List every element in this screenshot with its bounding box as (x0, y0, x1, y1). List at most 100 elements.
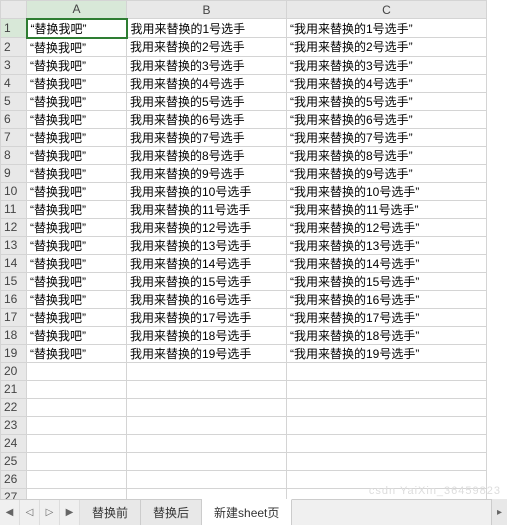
cell[interactable]: “替换我吧” (27, 344, 127, 362)
cell[interactable] (27, 398, 127, 416)
cell[interactable] (287, 398, 487, 416)
cell[interactable]: “我用来替换的2号选手” (287, 38, 487, 57)
cell[interactable]: “我用来替换的7号选手” (287, 128, 487, 146)
sheet-tab-after[interactable]: 替换后 (141, 500, 202, 525)
cell[interactable]: 我用来替换的11号选手 (127, 200, 287, 218)
row-header[interactable]: 26 (1, 470, 27, 488)
cell[interactable]: “我用来替换的1号选手” (287, 19, 487, 38)
cell[interactable] (27, 362, 127, 380)
row-header[interactable]: 17 (1, 308, 27, 326)
cell[interactable]: 我用来替换的16号选手 (127, 290, 287, 308)
cell[interactable] (127, 380, 287, 398)
cell[interactable]: 我用来替换的7号选手 (127, 128, 287, 146)
cell[interactable]: 我用来替换的1号选手 (127, 19, 287, 38)
row-header[interactable]: 2 (1, 38, 27, 57)
cell[interactable] (127, 452, 287, 470)
cell[interactable]: 我用来替换的2号选手 (127, 38, 287, 57)
scroll-right-icon[interactable]: ▸ (491, 499, 507, 525)
cell[interactable]: “我用来替换的3号选手” (287, 56, 487, 74)
cell[interactable]: “替换我吧” (27, 128, 127, 146)
cell[interactable]: “替换我吧” (27, 38, 127, 57)
cell[interactable]: “我用来替换的18号选手” (287, 326, 487, 344)
select-all-corner[interactable] (1, 1, 27, 19)
cell[interactable]: “替换我吧” (27, 200, 127, 218)
cell[interactable] (27, 380, 127, 398)
cell[interactable]: “替换我吧” (27, 182, 127, 200)
row-header[interactable]: 10 (1, 182, 27, 200)
cell[interactable]: “替换我吧” (27, 146, 127, 164)
row-header[interactable]: 23 (1, 416, 27, 434)
row-header[interactable]: 14 (1, 254, 27, 272)
cell[interactable]: “我用来替换的16号选手” (287, 290, 487, 308)
cell[interactable]: “替换我吧” (27, 326, 127, 344)
cell[interactable]: 我用来替换的17号选手 (127, 308, 287, 326)
nav-next-icon[interactable]: ▷ (40, 500, 60, 525)
cell[interactable] (27, 416, 127, 434)
sheet-tab-before[interactable]: 替换前 (80, 500, 141, 525)
cell[interactable]: “我用来替换的13号选手” (287, 236, 487, 254)
row-header[interactable]: 4 (1, 74, 27, 92)
col-header-C[interactable]: C (287, 1, 487, 19)
row-header[interactable]: 13 (1, 236, 27, 254)
row-header[interactable]: 24 (1, 434, 27, 452)
cell[interactable]: “替换我吧” (27, 254, 127, 272)
cell[interactable]: “替换我吧” (27, 19, 127, 38)
cell[interactable] (287, 380, 487, 398)
cell[interactable]: “我用来替换的11号选手” (287, 200, 487, 218)
nav-prev-icon[interactable]: ◁ (20, 500, 40, 525)
cell[interactable]: “替换我吧” (27, 92, 127, 110)
nav-first-icon[interactable]: ◀ (0, 500, 20, 525)
cell[interactable]: “替换我吧” (27, 110, 127, 128)
cell[interactable]: 我用来替换的6号选手 (127, 110, 287, 128)
cell[interactable]: “我用来替换的17号选手” (287, 308, 487, 326)
cell[interactable]: 我用来替换的3号选手 (127, 56, 287, 74)
row-header[interactable]: 5 (1, 92, 27, 110)
cell[interactable] (27, 452, 127, 470)
cell[interactable] (287, 470, 487, 488)
row-header[interactable]: 9 (1, 164, 27, 182)
row-header[interactable]: 16 (1, 290, 27, 308)
cell[interactable] (127, 470, 287, 488)
row-header[interactable]: 3 (1, 56, 27, 74)
cell[interactable] (127, 362, 287, 380)
cell[interactable]: “我用来替换的14号选手” (287, 254, 487, 272)
cell[interactable]: “我用来替换的8号选手” (287, 146, 487, 164)
col-header-B[interactable]: B (127, 1, 287, 19)
cell[interactable]: “我用来替换的6号选手” (287, 110, 487, 128)
row-header[interactable]: 15 (1, 272, 27, 290)
cell[interactable]: “我用来替换的15号选手” (287, 272, 487, 290)
cell[interactable]: 我用来替换的15号选手 (127, 272, 287, 290)
row-header[interactable]: 6 (1, 110, 27, 128)
cell[interactable]: 我用来替换的5号选手 (127, 92, 287, 110)
cell[interactable]: “我用来替换的4号选手” (287, 74, 487, 92)
row-header[interactable]: 19 (1, 344, 27, 362)
cell[interactable]: “替换我吧” (27, 218, 127, 236)
cell[interactable]: 我用来替换的14号选手 (127, 254, 287, 272)
cell[interactable]: “我用来替换的12号选手” (287, 218, 487, 236)
cell[interactable]: “替换我吧” (27, 56, 127, 74)
cell[interactable]: “替换我吧” (27, 74, 127, 92)
row-header[interactable]: 25 (1, 452, 27, 470)
cell[interactable] (287, 452, 487, 470)
row-header[interactable]: 12 (1, 218, 27, 236)
cell[interactable]: “我用来替换的10号选手” (287, 182, 487, 200)
cell[interactable]: “替换我吧” (27, 290, 127, 308)
row-header[interactable]: 11 (1, 200, 27, 218)
cell[interactable]: 我用来替换的9号选手 (127, 164, 287, 182)
cell[interactable] (287, 362, 487, 380)
cell[interactable] (287, 416, 487, 434)
sheet-tab-new[interactable]: 新建sheet页 (202, 499, 292, 525)
cell[interactable]: “替换我吧” (27, 164, 127, 182)
row-header[interactable]: 7 (1, 128, 27, 146)
cell[interactable] (127, 434, 287, 452)
cell[interactable]: “我用来替换的9号选手” (287, 164, 487, 182)
cell[interactable] (287, 434, 487, 452)
cell[interactable]: “替换我吧” (27, 236, 127, 254)
cell[interactable]: 我用来替换的18号选手 (127, 326, 287, 344)
row-header[interactable]: 21 (1, 380, 27, 398)
cell[interactable]: 我用来替换的19号选手 (127, 344, 287, 362)
cell[interactable]: 我用来替换的13号选手 (127, 236, 287, 254)
cell[interactable] (127, 416, 287, 434)
row-header[interactable]: 20 (1, 362, 27, 380)
row-header[interactable]: 1 (1, 19, 27, 38)
